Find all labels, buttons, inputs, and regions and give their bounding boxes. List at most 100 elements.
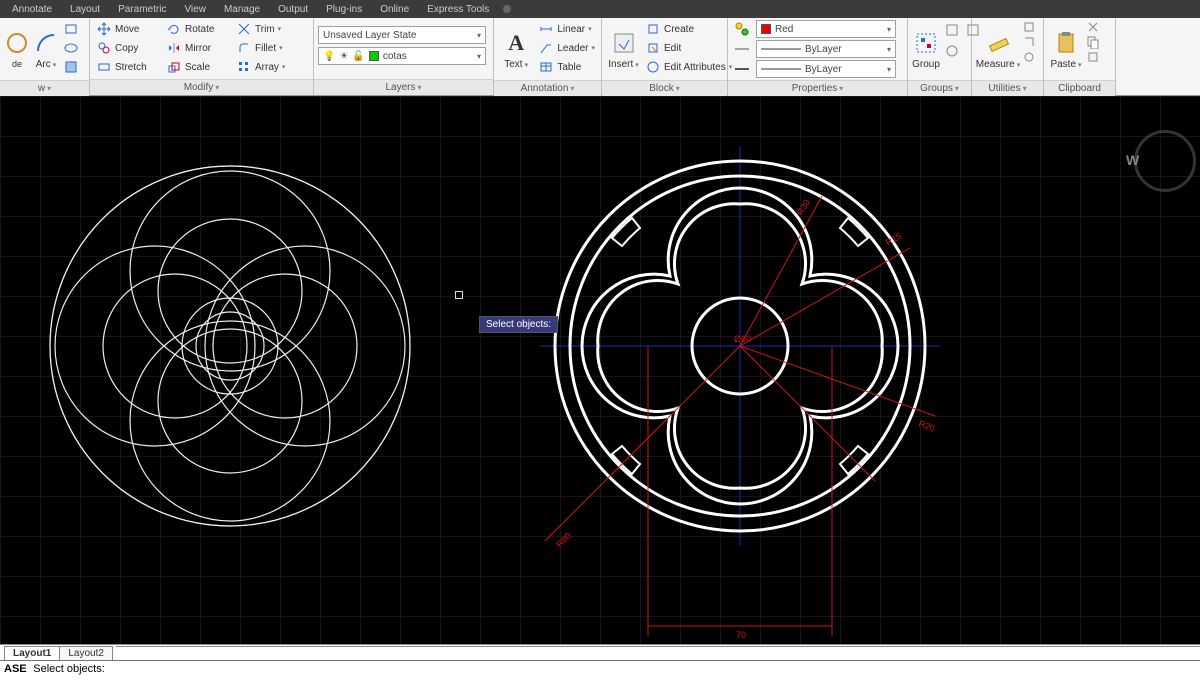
overflow-icon[interactable]	[503, 5, 511, 13]
panel-modify-title[interactable]: Modify	[184, 82, 219, 93]
svg-text:R30: R30	[795, 198, 812, 217]
fillet-button[interactable]: Fillet ▾	[234, 39, 306, 57]
table-button[interactable]: Table	[536, 58, 597, 76]
move-icon	[96, 21, 112, 37]
copy-icon	[96, 40, 112, 56]
layer-color-swatch	[369, 51, 379, 61]
viewcube-ring	[1134, 130, 1196, 192]
sun-icon: ☀	[339, 51, 348, 62]
leader-button[interactable]: Leader ▾	[536, 39, 597, 57]
cut-icon[interactable]	[1086, 20, 1100, 34]
cursor-pickbox	[455, 291, 463, 299]
edit-icon	[645, 40, 661, 56]
panel-layers: Unsaved Layer State 💡 ☀ 🔓 cotas Layers	[314, 18, 494, 95]
svg-text:R80: R80	[554, 531, 573, 550]
leader-icon	[538, 40, 554, 56]
fillet-icon	[236, 40, 252, 56]
group-button[interactable]: Group	[912, 20, 940, 78]
line-icon1[interactable]	[732, 40, 752, 58]
panel-annotation: A Text Linear ▾ Leader ▾ Table Annotatio…	[494, 18, 602, 95]
trim-icon	[236, 21, 252, 37]
panel-clipboard: Paste Clipboard	[1044, 18, 1116, 95]
lightbulb-icon: 💡	[323, 51, 335, 62]
command-line[interactable]: ASE Select objects:	[0, 660, 1200, 688]
util-icon1[interactable]	[1022, 20, 1036, 34]
lineweight-dropdown[interactable]: ByLayer	[756, 60, 896, 78]
linear-button[interactable]: Linear ▾	[536, 20, 597, 38]
draw-small-col	[62, 20, 80, 76]
panel-block: Insert Create Edit Edit Attributes ▾ Blo…	[602, 18, 728, 95]
layout-tab-1[interactable]: Layout1	[4, 646, 60, 660]
array-button[interactable]: Array ▾	[234, 58, 306, 76]
attributes-icon	[645, 59, 661, 75]
panel-layers-title[interactable]: Layers	[385, 82, 421, 93]
insert-icon	[610, 29, 638, 57]
menu-express[interactable]: Express Tools	[419, 2, 497, 17]
text-button[interactable]: A Text	[498, 20, 534, 78]
scale-button[interactable]: Scale	[164, 58, 232, 76]
circle-icon	[3, 29, 31, 57]
ribbon: de Arc w Move Copy Stretch	[0, 18, 1200, 96]
menu-plugins[interactable]: Plug-ins	[318, 2, 370, 17]
panel-block-title[interactable]: Block	[649, 83, 679, 94]
color-dropdown[interactable]: Red	[756, 20, 896, 38]
create-button[interactable]: Create	[643, 20, 723, 38]
drawing-canvas[interactable]: R30 R15 R20 Ø60 70 R80 Select objects: W	[0, 96, 1200, 644]
group-opt1-icon[interactable]	[942, 20, 962, 40]
insert-button[interactable]: Insert	[606, 20, 641, 78]
hatch-icon[interactable]	[62, 58, 80, 76]
layer-current-dropdown[interactable]: 💡 ☀ 🔓 cotas	[318, 47, 486, 65]
drawing-svg: R30 R15 R20 Ø60 70 R80	[0, 96, 1200, 644]
panel-properties-title[interactable]: Properties	[792, 83, 844, 94]
copy-button[interactable]: Copy	[94, 39, 162, 57]
menu-online[interactable]: Online	[372, 2, 417, 17]
menu-annotate[interactable]: Annotate	[4, 2, 60, 17]
paste-icon	[1052, 29, 1080, 57]
copy-clip-icon[interactable]	[1086, 35, 1100, 49]
line-icon2[interactable]	[732, 60, 752, 78]
edit-attributes-button[interactable]: Edit Attributes ▾	[643, 58, 723, 76]
menu-parametric[interactable]: Parametric	[110, 2, 174, 17]
block-edit-button[interactable]: Edit	[643, 39, 723, 57]
panel-modify: Move Copy Stretch Rotate Mirror Scale Tr…	[90, 18, 314, 95]
svg-text:R20: R20	[917, 418, 936, 433]
clip-icon3[interactable]	[1086, 50, 1100, 64]
linetype-dropdown[interactable]: ByLayer	[756, 40, 896, 58]
rect-icon[interactable]	[62, 20, 80, 38]
layer-state-dropdown[interactable]: Unsaved Layer State	[318, 26, 486, 44]
measure-button[interactable]: Measure	[976, 20, 1020, 78]
util-icon2[interactable]	[1022, 35, 1036, 49]
panel-utilities-title[interactable]: Utilities	[988, 83, 1026, 94]
panel-draw: de Arc w	[0, 18, 90, 95]
util-icon3[interactable]	[1022, 50, 1036, 64]
rotate-button[interactable]: Rotate	[164, 20, 232, 38]
command-text: Select objects:	[33, 663, 105, 675]
paste-button[interactable]: Paste	[1048, 20, 1084, 78]
panel-draw-title[interactable]: w	[38, 83, 51, 94]
mirror-button[interactable]: Mirror	[164, 39, 232, 57]
trim-button[interactable]: Trim ▾	[234, 20, 306, 38]
viewcube[interactable]: W	[1130, 126, 1200, 196]
layout-tab-2[interactable]: Layout2	[59, 646, 113, 660]
layout-tabs: Layout1 Layout2	[0, 644, 1200, 660]
ellipse-icon[interactable]	[62, 39, 80, 57]
stretch-button[interactable]: Stretch	[94, 58, 162, 76]
menu-output[interactable]: Output	[270, 2, 316, 17]
create-icon	[645, 21, 661, 37]
arc-button[interactable]: Arc	[32, 20, 60, 78]
svg-text:Ø60: Ø60	[734, 334, 751, 344]
mirror-icon	[166, 40, 182, 56]
menu-manage[interactable]: Manage	[216, 2, 268, 17]
group-icon	[912, 29, 940, 57]
match-prop-icon[interactable]	[732, 20, 752, 38]
panel-annotation-title[interactable]: Annotation	[521, 83, 575, 94]
panel-utilities: Measure Utilities	[972, 18, 1044, 95]
move-button[interactable]: Move	[94, 20, 162, 38]
panel-clipboard-title[interactable]: Clipboard	[1058, 83, 1101, 94]
panel-groups-title[interactable]: Groups	[920, 83, 959, 94]
menu-view[interactable]: View	[176, 2, 214, 17]
group-opt3-icon[interactable]	[942, 41, 962, 61]
menu-bar: Annotate Layout Parametric View Manage O…	[0, 0, 1200, 18]
menu-layout[interactable]: Layout	[62, 2, 108, 17]
draw-shape-button[interactable]: de	[4, 20, 30, 78]
